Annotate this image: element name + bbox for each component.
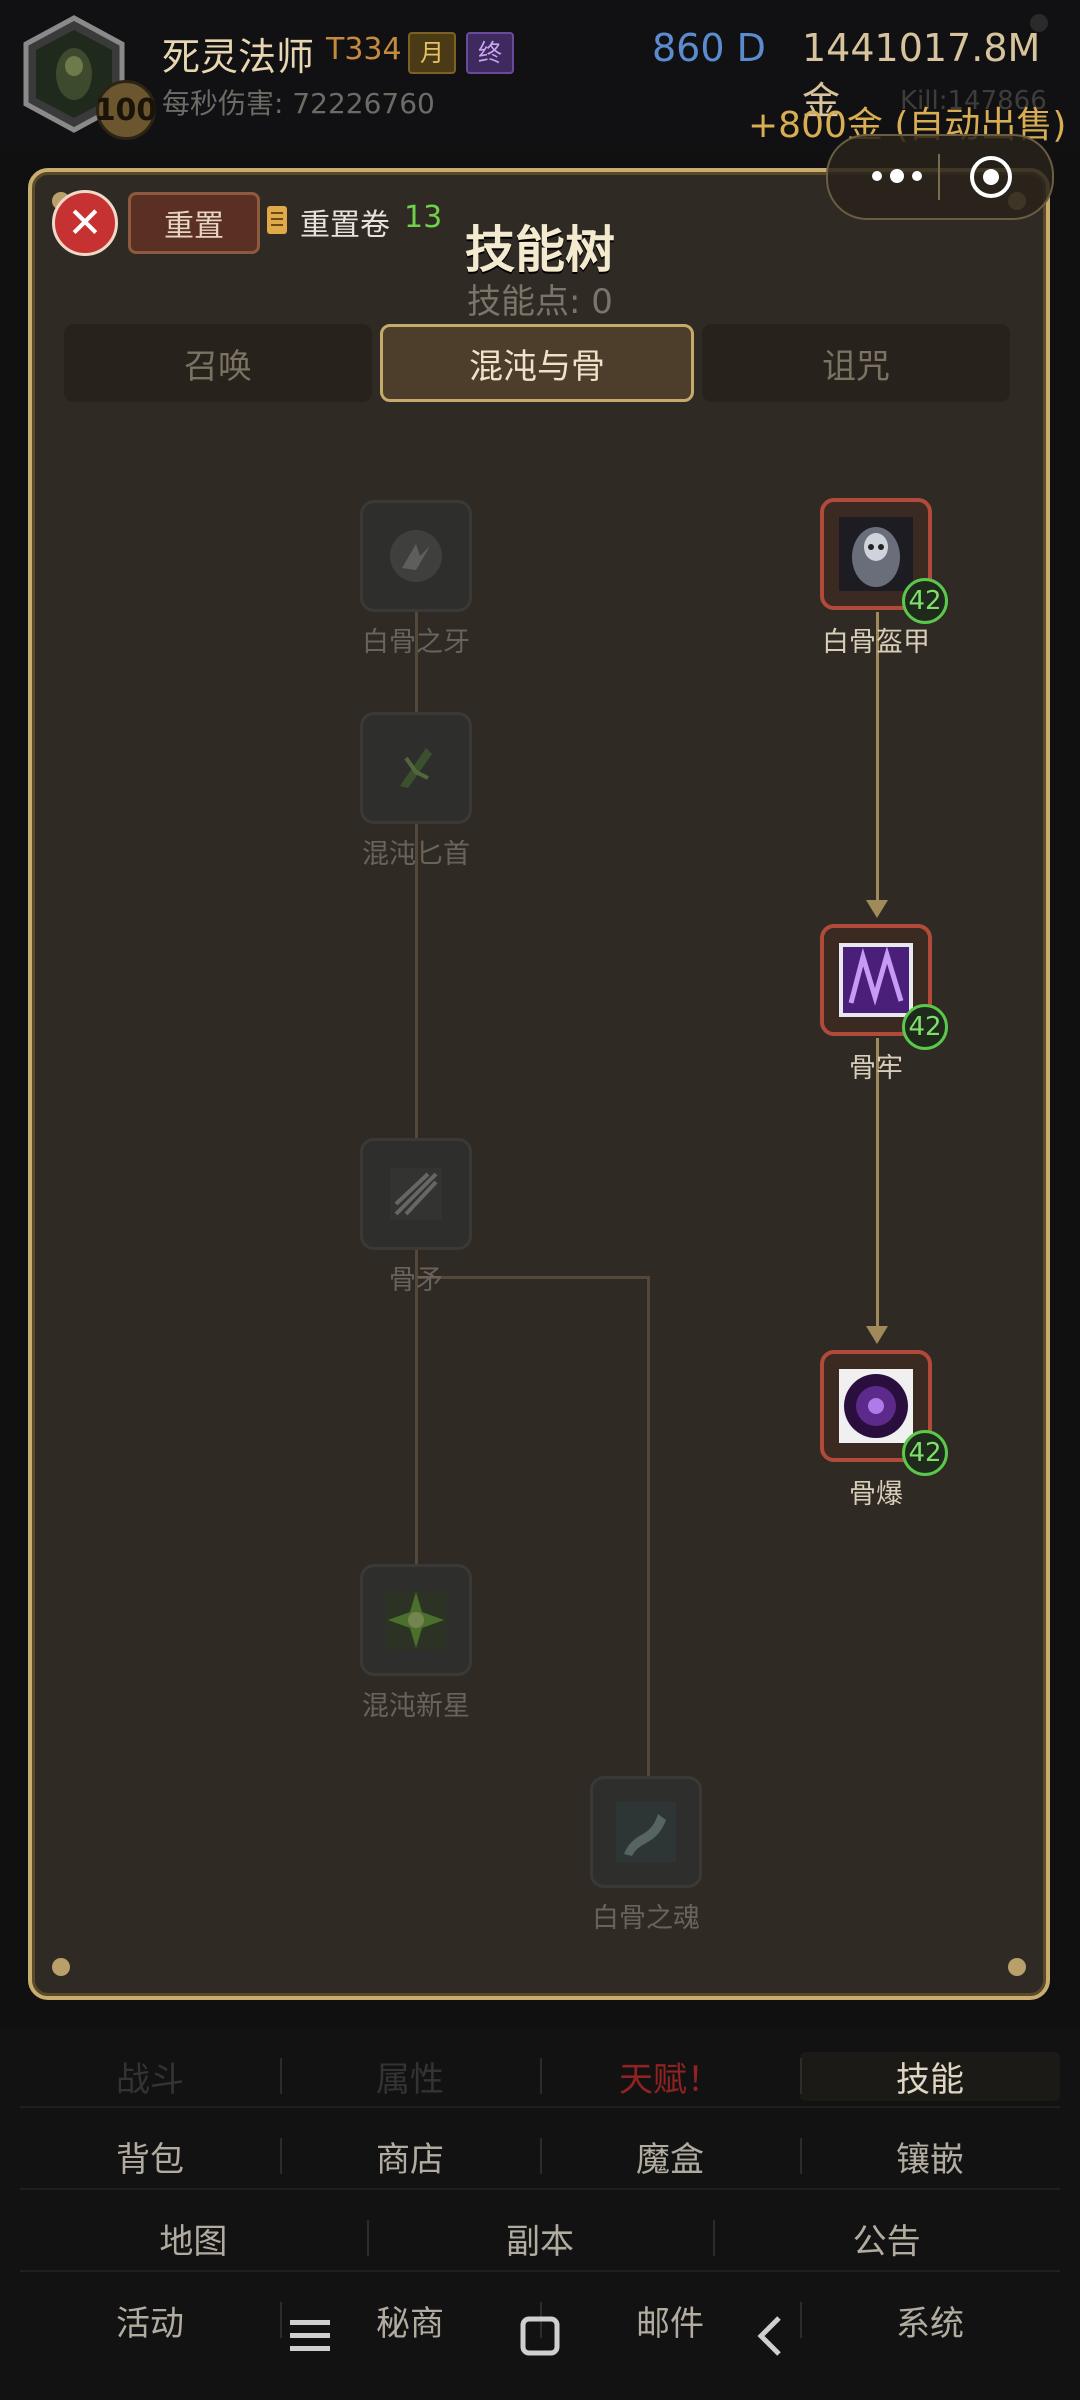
skill-level-badge: 42 [902,1430,948,1476]
chaos-nova-icon [379,1583,453,1657]
nav-battle[interactable]: 战斗 [20,2052,280,2101]
monthly-card-badge[interactable]: 月 [408,32,456,74]
skill-category-tabs: 召唤 混沌与骨 诅咒 [64,324,1010,402]
dialog-title: 技能树 [465,221,615,279]
lifetime-card-badge[interactable]: 终 [466,32,514,74]
more-options-icon[interactable] [862,158,932,194]
hero-level-badge: 100 [95,80,157,140]
corner-rivet-icon [1008,1958,1026,1976]
nav-dungeon[interactable]: 副本 [366,2214,714,2263]
skill-label: 混沌匕首 [362,839,470,870]
tab-chaos-bone[interactable]: 混沌与骨 [380,324,694,402]
menu-icon[interactable] [280,2306,340,2366]
skill-label: 骨爆 [849,1479,903,1510]
nav-shop[interactable]: 商店 [280,2132,540,2181]
bone-spear-icon [379,1157,453,1231]
hero-class-name: 死灵法师 [162,35,315,79]
corner-rivet-icon [52,1958,70,1976]
nav-announcement[interactable]: 公告 [713,2214,1060,2263]
skill-node-chaos-dagger[interactable] [360,712,472,824]
skill-label: 白骨之魂 [592,1903,700,1934]
arrow-down-icon [866,1326,888,1344]
nav-talent[interactable]: 天赋！ [540,2052,800,2101]
hero-tier: T334 [326,32,402,67]
capsule-divider [938,154,940,200]
skill-node-bone-spear[interactable] [360,1138,472,1250]
nav-row-1: 战斗 属性 天赋！ 技能 [20,2052,1060,2101]
skill-node-chaos-nova[interactable] [360,1564,472,1676]
skill-node-bone-fang[interactable] [360,500,472,612]
skill-label: 白骨之牙 [362,627,470,658]
back-icon[interactable] [740,2306,800,2366]
status-dot-icon [1030,14,1048,32]
nav-row-2: 背包 商店 魔盒 镶嵌 [20,2132,1060,2181]
miniprogram-capsule [826,134,1054,220]
nav-system[interactable]: 系统 [800,2296,1060,2345]
skill-points: 技能点: 0 [467,282,613,322]
skill-node-bone-explosion[interactable]: 42 [820,1350,948,1476]
diamond-count: 860 D [652,26,766,70]
nav-divider [20,2270,1060,2272]
skill-node-bone-prison[interactable]: 42 [820,924,948,1050]
skill-level-badge: 42 [902,578,948,624]
tree-connector [647,1276,650,1776]
bone-fang-icon [379,519,453,593]
bone-spirit-icon [609,1795,683,1869]
dps-readout: 每秒伤害: 72226760 [162,87,435,120]
tab-curse[interactable]: 诅咒 [702,324,1010,402]
bone-armor-icon [839,517,913,591]
nav-row-3: 地图 副本 公告 [20,2214,1060,2263]
home-icon[interactable] [510,2306,570,2366]
nav-events[interactable]: 活动 [20,2296,280,2345]
skill-label: 白骨盔甲 [822,627,930,658]
skill-label: 混沌新星 [362,1691,470,1722]
nav-inlay[interactable]: 镶嵌 [800,2132,1060,2181]
bone-prison-icon [839,943,913,1017]
close-miniprogram-icon[interactable] [968,154,1014,200]
nav-attributes[interactable]: 属性 [280,2052,540,2101]
nav-divider [20,2188,1060,2190]
skill-label: 骨矛 [389,1265,443,1296]
nav-divider [20,2106,1060,2108]
nav-magic-box[interactable]: 魔盒 [540,2132,800,2181]
nav-map[interactable]: 地图 [20,2214,367,2263]
bone-explosion-icon [839,1369,913,1443]
tab-summon[interactable]: 召唤 [64,324,372,402]
skill-level-badge: 42 [902,1004,948,1050]
skill-node-bone-spirit[interactable] [590,1776,702,1888]
nav-backpack[interactable]: 背包 [20,2132,280,2181]
nav-skills[interactable]: 技能 [800,2052,1060,2101]
top-status-bar: 100 死灵法师 T334 月 终 每秒伤害: 72226760 860 D 1… [0,0,1080,150]
arrow-down-icon [866,900,888,918]
skill-node-bone-armor[interactable]: 42 [820,498,948,624]
chaos-dagger-icon [379,731,453,805]
skill-label: 骨牢 [849,1053,903,1084]
